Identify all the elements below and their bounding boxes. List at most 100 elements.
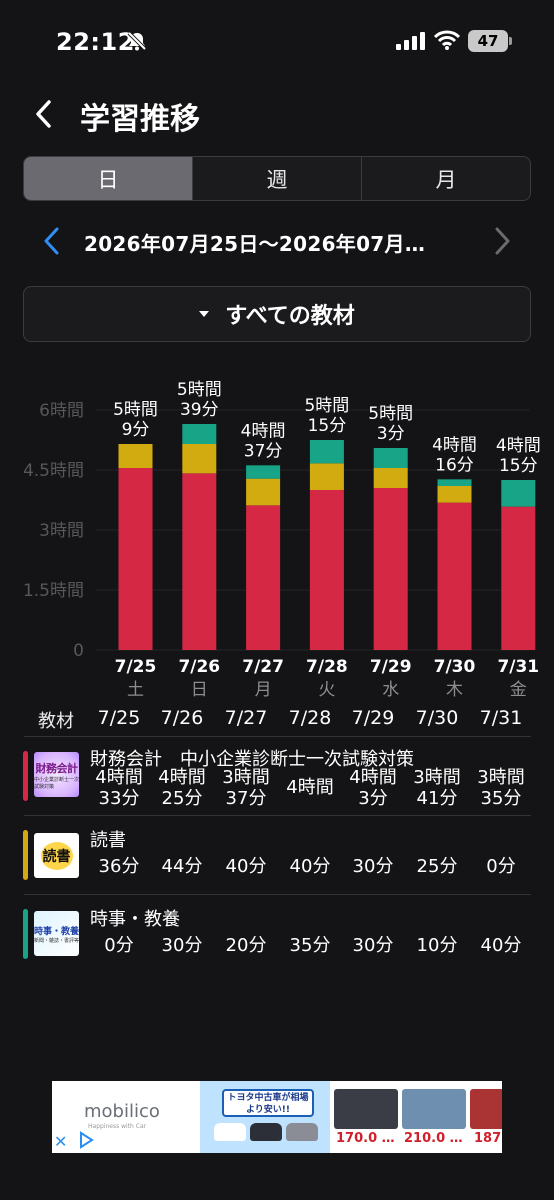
bar-segment	[182, 424, 217, 444]
previous-period-chevron-icon[interactable]	[38, 224, 66, 258]
x-tick-label: 7/28	[306, 657, 348, 677]
bar-total-label: 4時間	[241, 421, 286, 441]
thumbnail-title: 時事・教養	[34, 926, 80, 937]
x-tick-label: 7/27	[242, 657, 284, 677]
wifi-icon	[434, 30, 460, 50]
bar-total-label: 15分	[499, 456, 538, 476]
daily-time-cell: 40分	[289, 856, 331, 877]
ad-close-icon[interactable]: ✕	[54, 1132, 67, 1151]
tab-month[interactable]: 月	[362, 157, 530, 200]
daily-time-cell: 10分	[416, 935, 458, 956]
material-thumbnail: 財務会計 中小企業診断士一次試験対策	[34, 752, 79, 797]
daily-time-cell: 4時間 3分	[349, 767, 397, 809]
material-row-jiji[interactable]: 時事・教養 新聞・雑誌・書評等 時事・教養 0分 30分 20分 35分 30分…	[0, 895, 554, 975]
bar-segment	[437, 479, 472, 486]
table-header-date: 7/26	[160, 707, 204, 729]
thumbnail-title: 財務会計	[35, 761, 79, 775]
table-header-label: 教材	[38, 711, 74, 732]
bar-segment	[246, 465, 281, 479]
bar-total-label: 37分	[244, 441, 283, 461]
x-tick-label: 7/31	[497, 657, 539, 677]
dropdown-caret-icon	[199, 311, 210, 317]
daily-time-cell: 40分	[480, 935, 522, 956]
ad-banner[interactable]: mobilico Happiness with Car トヨタ中古車が相場より安…	[52, 1081, 502, 1153]
bar-segment	[182, 473, 217, 650]
bar-segment	[437, 502, 472, 650]
ad-tagline: Happiness with Car	[88, 1123, 147, 1130]
x-weekday-label: 土	[127, 680, 144, 700]
car-photo	[470, 1089, 502, 1129]
series-color-bar	[23, 751, 28, 801]
ad-price: 210.0 …	[404, 1131, 463, 1146]
table-header-row: 教材 7/25 7/26 7/27 7/28 7/29 7/30 7/31	[0, 704, 554, 734]
material-thumbnail: 読書	[34, 833, 79, 878]
material-name: 読書	[90, 830, 126, 851]
daily-time-cell: 3時間 41分	[413, 767, 461, 809]
battery-tip	[509, 37, 512, 45]
tab-day[interactable]: 日	[24, 157, 193, 200]
back-arrow-icon[interactable]	[24, 92, 64, 136]
daily-time-cell: 40分	[225, 856, 267, 877]
y-tick-label: 6時間	[39, 401, 84, 421]
status-time: 22:12	[56, 28, 135, 56]
study-time-stacked-bar-chart: 01.5時間3時間4.5時間6時間 5時間9分7/25土5時間39分7/26日4時…	[23, 380, 541, 700]
table-header-date: 7/29	[351, 707, 395, 729]
y-tick-label: 0	[73, 641, 84, 661]
daily-time-cell: 4時間	[286, 777, 334, 798]
car-image	[250, 1123, 282, 1141]
ad-choices-icon[interactable]	[78, 1131, 94, 1149]
car-image	[286, 1123, 318, 1141]
daily-time-cell: 3時間 37分	[222, 767, 270, 809]
x-weekday-label: 日	[191, 680, 208, 700]
bar-total-label: 15分	[308, 416, 347, 436]
y-tick-label: 4.5時間	[23, 461, 84, 481]
material-row-dokusho[interactable]: 読書 読書 36分 44分 40分 40分 30分 25分 0分	[0, 816, 554, 894]
daily-time-cell: 0分	[104, 935, 134, 956]
page-title: 学習推移	[80, 102, 200, 137]
x-tick-label: 7/25	[115, 657, 157, 677]
bar-segment	[118, 468, 153, 650]
ad-price: 170.0 …	[336, 1131, 395, 1146]
bar-segment	[373, 488, 408, 650]
period-segmented-control: 日 週 月	[23, 156, 531, 201]
x-tick-label: 7/26	[178, 657, 220, 677]
bar-total-label: 5時間	[177, 380, 222, 400]
ad-headline: トヨタ中古車が相場より安い!!	[222, 1089, 314, 1117]
x-weekday-label: 水	[382, 680, 399, 700]
material-filter-dropdown[interactable]: すべての教材	[23, 286, 531, 342]
daily-time-cell: 4時間 25分	[158, 767, 206, 809]
bar-segment	[501, 506, 536, 650]
next-period-chevron-icon[interactable]	[488, 224, 516, 258]
bar-total-label: 4時間	[432, 435, 477, 455]
bar-segment	[246, 505, 281, 650]
bar-total-label: 9分	[122, 420, 150, 440]
x-tick-label: 7/30	[434, 657, 476, 677]
y-tick-label: 3時間	[39, 521, 84, 541]
table-header-date: 7/25	[97, 707, 141, 729]
bar-segment	[182, 444, 217, 474]
car-image	[214, 1123, 246, 1141]
material-row-zaimu[interactable]: 財務会計 中小企業診断士一次試験対策 財務会計 中小企業診断士一次試験対策 4時…	[0, 737, 554, 815]
daily-time-cell: 0分	[486, 856, 516, 877]
daily-time-cell: 25分	[416, 856, 458, 877]
ad-main-image: トヨタ中古車が相場より安い!!	[200, 1081, 330, 1153]
bar-segment	[373, 468, 408, 488]
daily-time-cell: 44分	[161, 856, 203, 877]
battery-level: 47	[468, 30, 508, 52]
daily-time-cell: 30分	[352, 856, 394, 877]
daily-time-cell: 3時間 35分	[477, 767, 525, 809]
table-header-date: 7/27	[224, 707, 268, 729]
date-range-label: 2026年07月25日〜2026年07月…	[84, 232, 426, 256]
filter-label: すべての教材	[225, 304, 355, 329]
material-name: 時事・教養	[90, 909, 180, 930]
x-tick-label: 7/29	[370, 657, 412, 677]
tab-week[interactable]: 週	[193, 157, 362, 200]
cellular-signal-icon	[396, 32, 425, 50]
table-header-date: 7/30	[415, 707, 459, 729]
bar-total-label: 5時間	[304, 396, 349, 416]
daily-time-cell: 30分	[161, 935, 203, 956]
bar-segment	[246, 478, 281, 506]
car-photo	[402, 1089, 466, 1129]
bar-total-label: 3分	[377, 424, 405, 444]
bar-segment	[437, 486, 472, 503]
